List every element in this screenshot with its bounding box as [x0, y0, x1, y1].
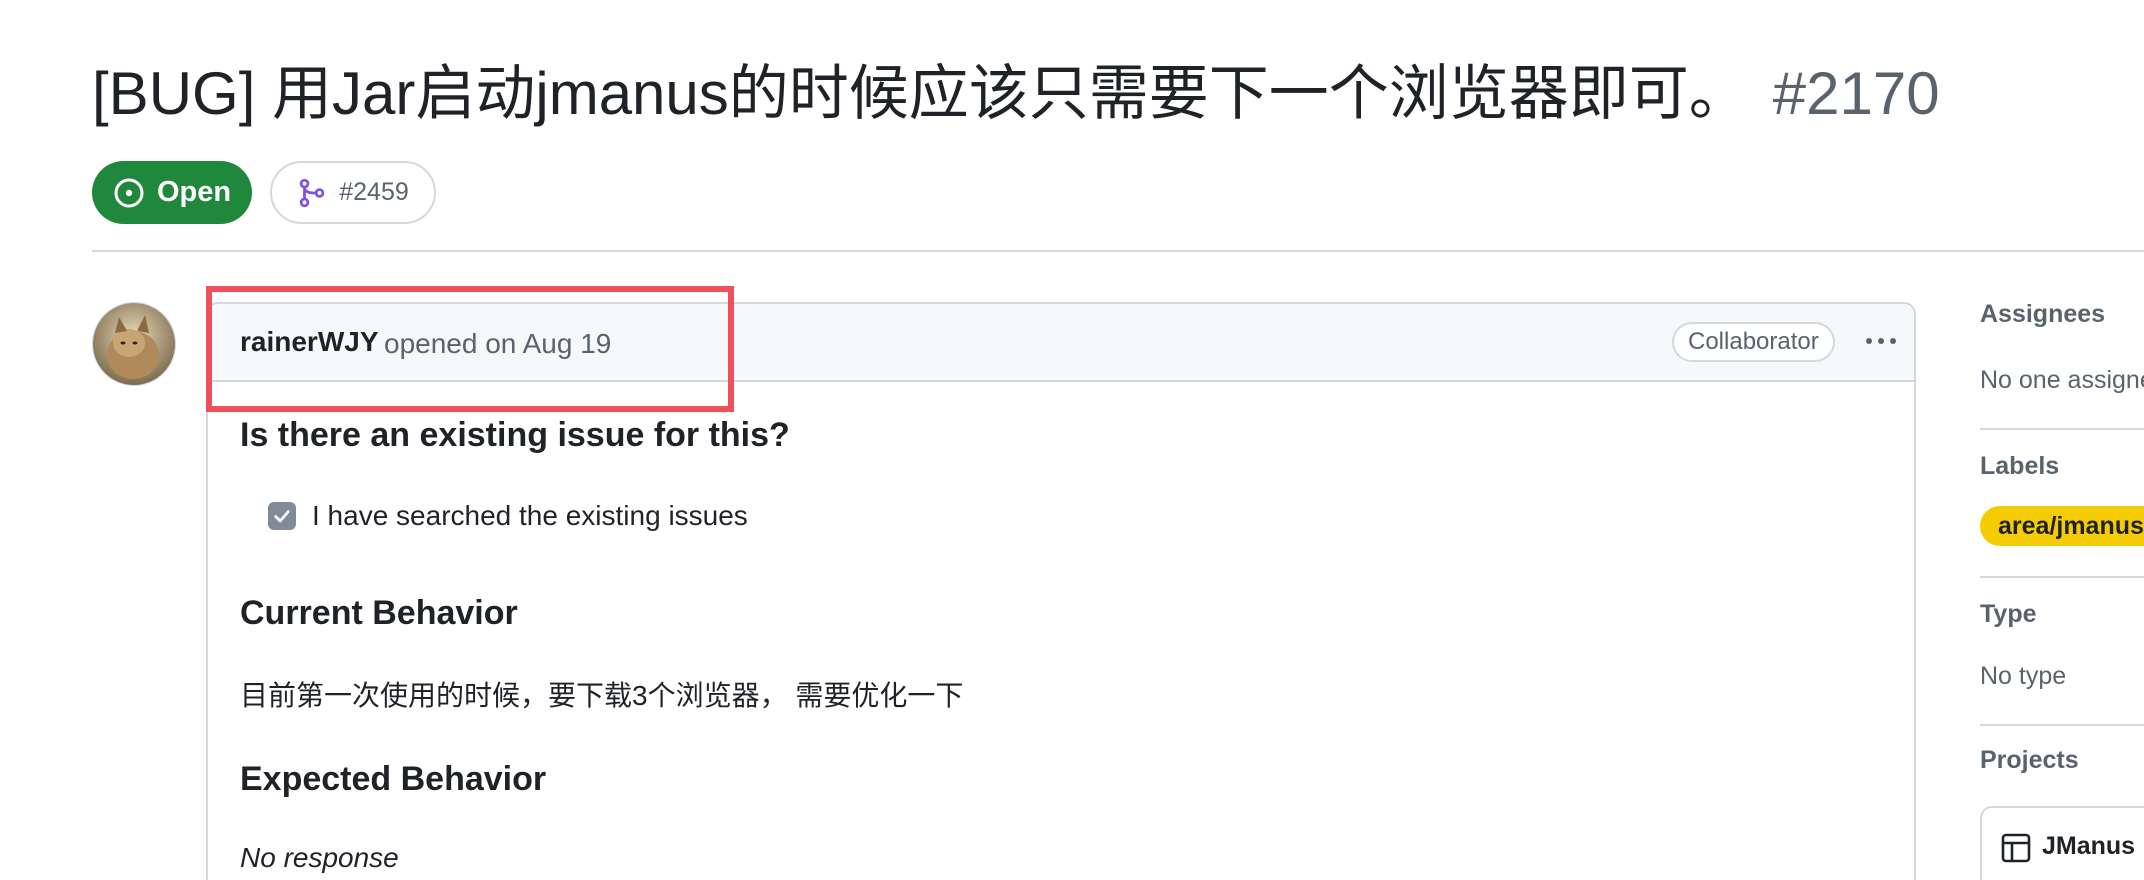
- assignees-heading[interactable]: Assignees: [1980, 300, 2105, 329]
- issue-state-badge: Open: [92, 161, 252, 224]
- issue-opened-icon: [114, 178, 144, 207]
- table-icon: [2001, 833, 2031, 863]
- assignees-value: No one assigne: [1980, 366, 2144, 394]
- sidebar-divider: [1980, 724, 2144, 726]
- kebab-horizontal-icon[interactable]: [1860, 320, 1902, 362]
- current-behavior-heading: Current Behavior: [240, 594, 518, 632]
- expected-behavior-heading: Expected Behavior: [240, 760, 547, 798]
- expected-behavior-text: No response: [240, 842, 399, 873]
- issue-state-label: Open: [156, 176, 232, 208]
- issue-title: [BUG] 用Jar启动jmanus的时候应该只需要下一个浏览器即可。 #2170: [92, 52, 1940, 136]
- linked-pr-number: #2459: [339, 178, 409, 206]
- type-value: No type: [1980, 662, 2067, 690]
- git-merge-icon: [299, 178, 325, 207]
- labels-heading[interactable]: Labels: [1980, 452, 2059, 481]
- existing-issue-heading: Is there an existing issue for this?: [240, 416, 790, 454]
- type-heading[interactable]: Type: [1980, 600, 2037, 629]
- author-avatar[interactable]: [92, 302, 176, 386]
- check-icon: [274, 510, 290, 523]
- linked-pr-button[interactable]: #2459: [270, 161, 436, 224]
- label-area-jmanus[interactable]: area/jmanus: [1980, 506, 2144, 546]
- project-card[interactable]: JManus: [1980, 806, 2144, 880]
- collaborator-badge: Collaborator: [1672, 322, 1835, 362]
- issue-number: #2170: [1772, 60, 1940, 127]
- annotation-highlight: [206, 286, 734, 412]
- sidebar-divider: [1980, 576, 2144, 578]
- task-list-item: I have searched the existing issues: [268, 500, 748, 532]
- sidebar-divider: [1980, 428, 2144, 430]
- task-checkbox[interactable]: [268, 502, 296, 530]
- current-behavior-text: 目前第一次使用的时候，要下载3个浏览器， 需要优化一下: [240, 680, 964, 711]
- issue-page: [BUG] 用Jar启动jmanus的时候应该只需要下一个浏览器即可。 #2170…: [0, 0, 2144, 880]
- project-name: JManus: [2042, 832, 2136, 860]
- issue-title-text: [BUG] 用Jar启动jmanus的时候应该只需要下一个浏览器即可。: [92, 60, 1749, 127]
- header-divider: [92, 250, 2144, 252]
- projects-heading[interactable]: Projects: [1980, 746, 2079, 775]
- task-item-label: I have searched the existing issues: [312, 500, 748, 531]
